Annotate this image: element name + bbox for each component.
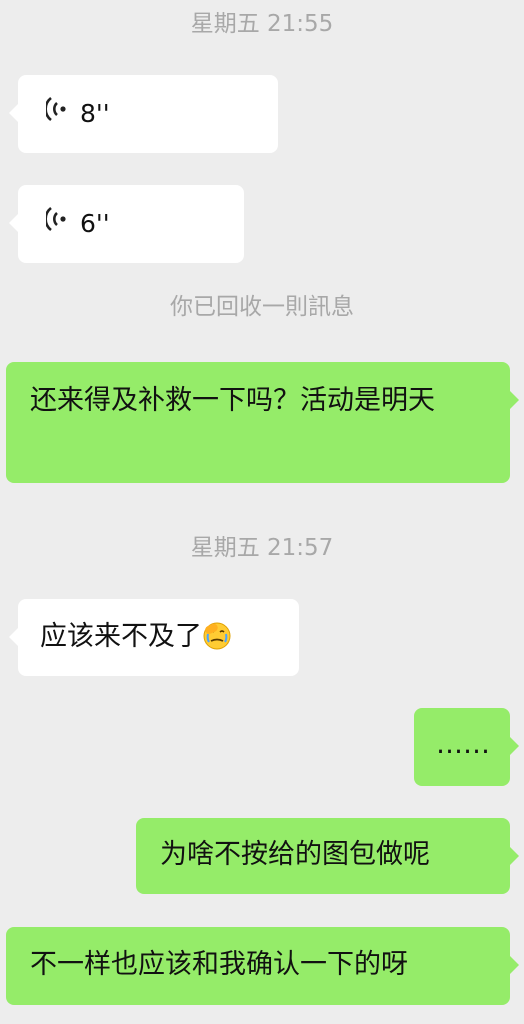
voice-wave-icon [44,205,80,243]
timestamp: 星期五 21:57 [190,535,334,561]
voice-duration: 6'' [80,209,110,238]
outgoing-message-bubble[interactable]: 为啥不按给的图包做呢 [136,818,519,894]
outgoing-message-bubble[interactable]: 还来得及补救一下吗？活动是明天 [6,362,519,483]
voice-message-bubble[interactable]: 6'' [9,185,244,263]
message-text: 还来得及补救一下吗？活动是明天 [30,385,435,416]
message-text: …… [436,729,490,760]
message-text: 为啥不按给的图包做呢 [160,839,430,870]
facepalm-crying-emoji-icon [202,621,232,662]
incoming-message-bubble[interactable]: 应该来不及了 [9,599,299,676]
outgoing-message-bubble[interactable]: …… [414,708,519,786]
message-text: 不一样也应该和我确认一下的呀 [30,949,408,980]
recall-notice: 你已回收一則訊息 [170,294,354,320]
outgoing-message-bubble[interactable]: 不一样也应该和我确认一下的呀 [6,927,519,1005]
timestamp: 星期五 21:55 [190,11,334,37]
voice-duration: 8'' [80,99,110,128]
message-text: 应该来不及了 [40,621,202,652]
voice-wave-icon [44,95,80,133]
voice-message-bubble[interactable]: 8'' [9,75,278,153]
